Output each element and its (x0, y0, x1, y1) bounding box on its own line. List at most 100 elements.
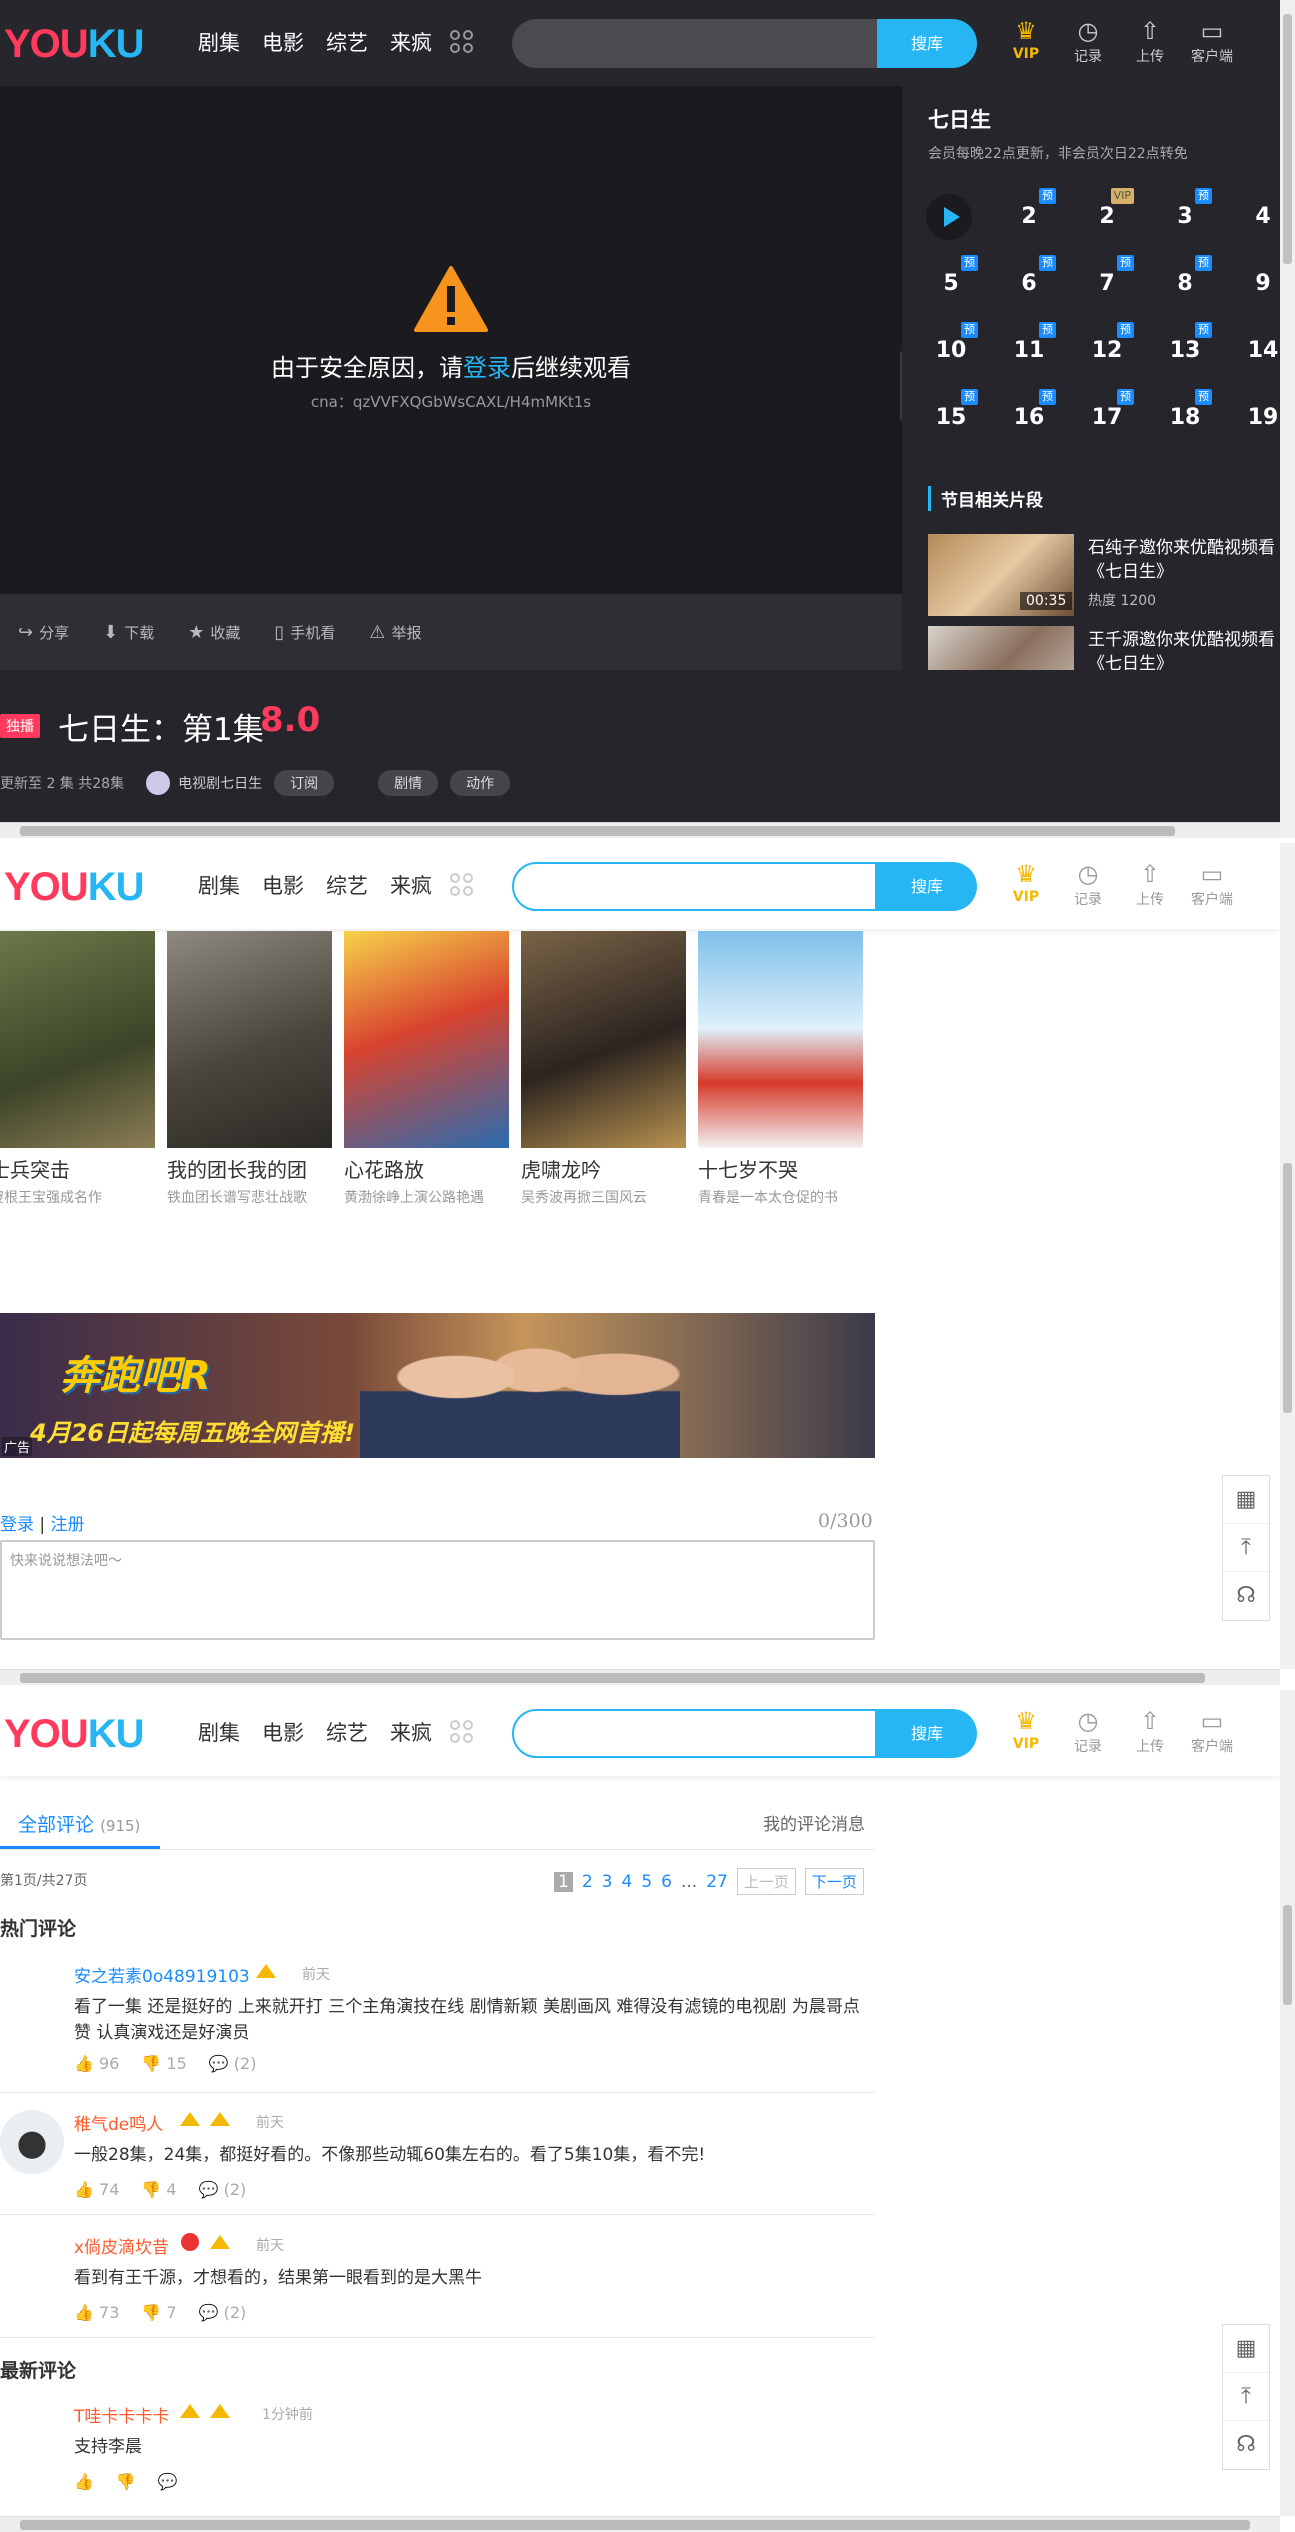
clip-title[interactable]: 石纯子邀你来优酷视频看《七日生》 (1088, 536, 1280, 584)
horizontal-scrollbar[interactable] (0, 822, 1280, 838)
vertical-scrollbar[interactable] (1280, 1690, 1295, 2516)
like-button[interactable]: 👍 96 (74, 2054, 119, 2073)
avatar[interactable] (0, 2110, 64, 2174)
page-3[interactable]: 3 (602, 1872, 613, 1892)
reply-button[interactable]: 💬 (2) (209, 2054, 257, 2073)
episode-14[interactable]: 14 (1238, 326, 1280, 376)
episode-17[interactable]: 17 预 (1082, 389, 1134, 443)
vertical-scrollbar[interactable] (1280, 843, 1295, 1669)
episode-19[interactable]: 19 (1238, 393, 1280, 443)
download-button[interactable]: ⬇ 下载 (103, 622, 154, 643)
nav-movie[interactable]: 电影 (262, 1718, 304, 1748)
channel-name[interactable]: 电视剧七日生 (178, 773, 262, 793)
favorite-button[interactable]: ★ 收藏 (188, 622, 240, 643)
recommend-item[interactable]: 心花路放 黄渤徐峥上演公路艳遇 (344, 931, 509, 1207)
page-4[interactable]: 4 (621, 1872, 632, 1892)
apps-grid-icon[interactable] (450, 30, 474, 54)
episode-11[interactable]: 11 预 (1004, 322, 1056, 376)
my-comments-link[interactable]: 我的评论消息 (763, 1810, 865, 1835)
qrcode-icon[interactable]: ▦ (1223, 1476, 1269, 1524)
episode-2[interactable]: 2预 (1004, 188, 1056, 242)
youku-logo[interactable]: YOUKU (4, 1712, 144, 1756)
report-button[interactable]: ⚠ 举报 (369, 622, 421, 643)
subscribe-button[interactable]: 订阅 (274, 770, 335, 796)
share-button[interactable]: ↪ 分享 (18, 622, 69, 643)
register-link[interactable]: 注册 (51, 1515, 85, 1535)
like-button[interactable]: 👍 73 (74, 2303, 119, 2322)
vertical-scrollbar[interactable] (1280, 0, 1295, 838)
search-button[interactable]: 搜库 (877, 862, 977, 911)
dislike-button[interactable]: 👎 15 (141, 2054, 186, 2073)
search-input[interactable] (512, 19, 877, 68)
episode-9[interactable]: 9 (1238, 259, 1280, 309)
reply-button[interactable]: 💬 (2) (199, 2180, 247, 2199)
episode-7[interactable]: 7预 (1082, 255, 1134, 309)
prev-page-button[interactable]: 上一页 (736, 1868, 796, 1895)
back-to-top-icon[interactable]: ⤒ (1223, 2373, 1269, 2421)
comment-textarea[interactable]: 快来说说想法吧～ (0, 1540, 875, 1640)
client-button[interactable]: ▭ 客户端 (1181, 16, 1243, 66)
back-to-top-icon[interactable]: ⤒ (1223, 1524, 1269, 1572)
nav-laifeng[interactable]: 来疯 (390, 871, 432, 901)
player-login-link[interactable]: 登录 (463, 354, 511, 382)
comment-username[interactable]: x倘皮滴坎昔 (74, 2233, 169, 2258)
episode-4[interactable]: 4 (1238, 192, 1280, 242)
reply-button[interactable]: 💬 (2) (199, 2303, 247, 2322)
current-episode-play-icon[interactable] (926, 194, 972, 240)
vip-button[interactable]: ♛ VIP (995, 859, 1057, 909)
page-2[interactable]: 2 (582, 1872, 593, 1892)
nav-tv[interactable]: 剧集 (198, 28, 240, 58)
episode-18[interactable]: 18 预 (1160, 389, 1212, 443)
comment-username[interactable]: 安之若素0o48919103 (74, 1962, 250, 1987)
search-input[interactable] (512, 1709, 877, 1758)
headset-icon[interactable]: ☊ (1223, 1572, 1269, 1620)
clip-item[interactable]: 00:35 石纯子邀你来优酷视频看《七日生》 热度 1200 (928, 534, 1280, 616)
page-5[interactable]: 5 (641, 1872, 652, 1892)
nav-movie[interactable]: 电影 (262, 871, 304, 901)
vip-button[interactable]: ♛ VIP (995, 16, 1057, 66)
episode-10[interactable]: 10 预 (926, 322, 978, 376)
horizontal-scrollbar[interactable] (0, 2516, 1280, 2532)
ad-banner[interactable]: 奔跑吧R 4月26日起每周五晚全网首播! 广告 (0, 1313, 875, 1458)
episode-16[interactable]: 16 预 (1004, 389, 1056, 443)
recommend-item[interactable]: 士兵突击傻根王宝强成名作 (0, 931, 155, 1207)
clip-title[interactable]: 王千源邀你来优酷视频看《七日生》 (1088, 628, 1280, 670)
dislike-button[interactable]: 👎 (116, 2472, 136, 2491)
page-1[interactable]: 1 (554, 1871, 573, 1892)
nav-tv[interactable]: 剧集 (198, 1718, 240, 1748)
episode-6[interactable]: 6预 (1004, 255, 1056, 309)
upload-button[interactable]: ⇧ 上传 (1119, 859, 1181, 909)
page-27[interactable]: 27 (706, 1872, 728, 1892)
episode-12[interactable]: 12 预 (1082, 322, 1134, 376)
video-player[interactable]: 由于安全原因，请登录后继续观看 cna：qzVVFXQGbWsCAXL/H4mM… (0, 86, 902, 594)
recommend-item[interactable]: 十七岁不哭 青春是一本太仓促的书 (698, 931, 863, 1207)
recommend-item[interactable]: 虎啸龙吟 吴秀波再掀三国风云 (521, 931, 686, 1207)
tag-drama[interactable]: 剧情 (378, 770, 439, 796)
recommend-item[interactable]: 我的团长我的团 铁血团长谱写悲壮战歌 (167, 931, 332, 1207)
episode-3[interactable]: 3预 (1160, 188, 1212, 242)
search-input[interactable] (512, 862, 877, 911)
youku-logo[interactable]: YOUKU (4, 22, 144, 66)
upload-button[interactable]: ⇧ 上传 (1119, 1706, 1181, 1756)
upload-button[interactable]: ⇧ 上传 (1119, 16, 1181, 66)
nav-variety[interactable]: 综艺 (326, 1718, 368, 1748)
client-button[interactable]: ▭ 客户端 (1181, 859, 1243, 909)
mobile-watch-button[interactable]: ▯ 手机看 (274, 622, 335, 643)
history-button[interactable]: ◷ 记录 (1057, 16, 1119, 66)
nav-movie[interactable]: 电影 (262, 28, 304, 58)
episode-15[interactable]: 15 预 (926, 389, 978, 443)
youku-logo[interactable]: YOUKU (4, 865, 144, 909)
nav-variety[interactable]: 综艺 (326, 871, 368, 901)
history-button[interactable]: ◷ 记录 (1057, 1706, 1119, 1756)
nav-laifeng[interactable]: 来疯 (390, 1718, 432, 1748)
search-button[interactable]: 搜库 (877, 1709, 977, 1758)
dislike-button[interactable]: 👎 4 (141, 2180, 176, 2199)
horizontal-scrollbar[interactable] (0, 1669, 1280, 1685)
qrcode-icon[interactable]: ▦ (1223, 2325, 1269, 2373)
nav-laifeng[interactable]: 来疯 (390, 28, 432, 58)
clip-item[interactable]: 王千源邀你来优酷视频看《七日生》 (928, 626, 1280, 670)
vip-button[interactable]: ♛ VIP (995, 1706, 1057, 1756)
reply-button[interactable]: 💬 (158, 2472, 178, 2491)
like-button[interactable]: 👍 (74, 2472, 94, 2491)
channel-avatar[interactable] (146, 771, 171, 795)
